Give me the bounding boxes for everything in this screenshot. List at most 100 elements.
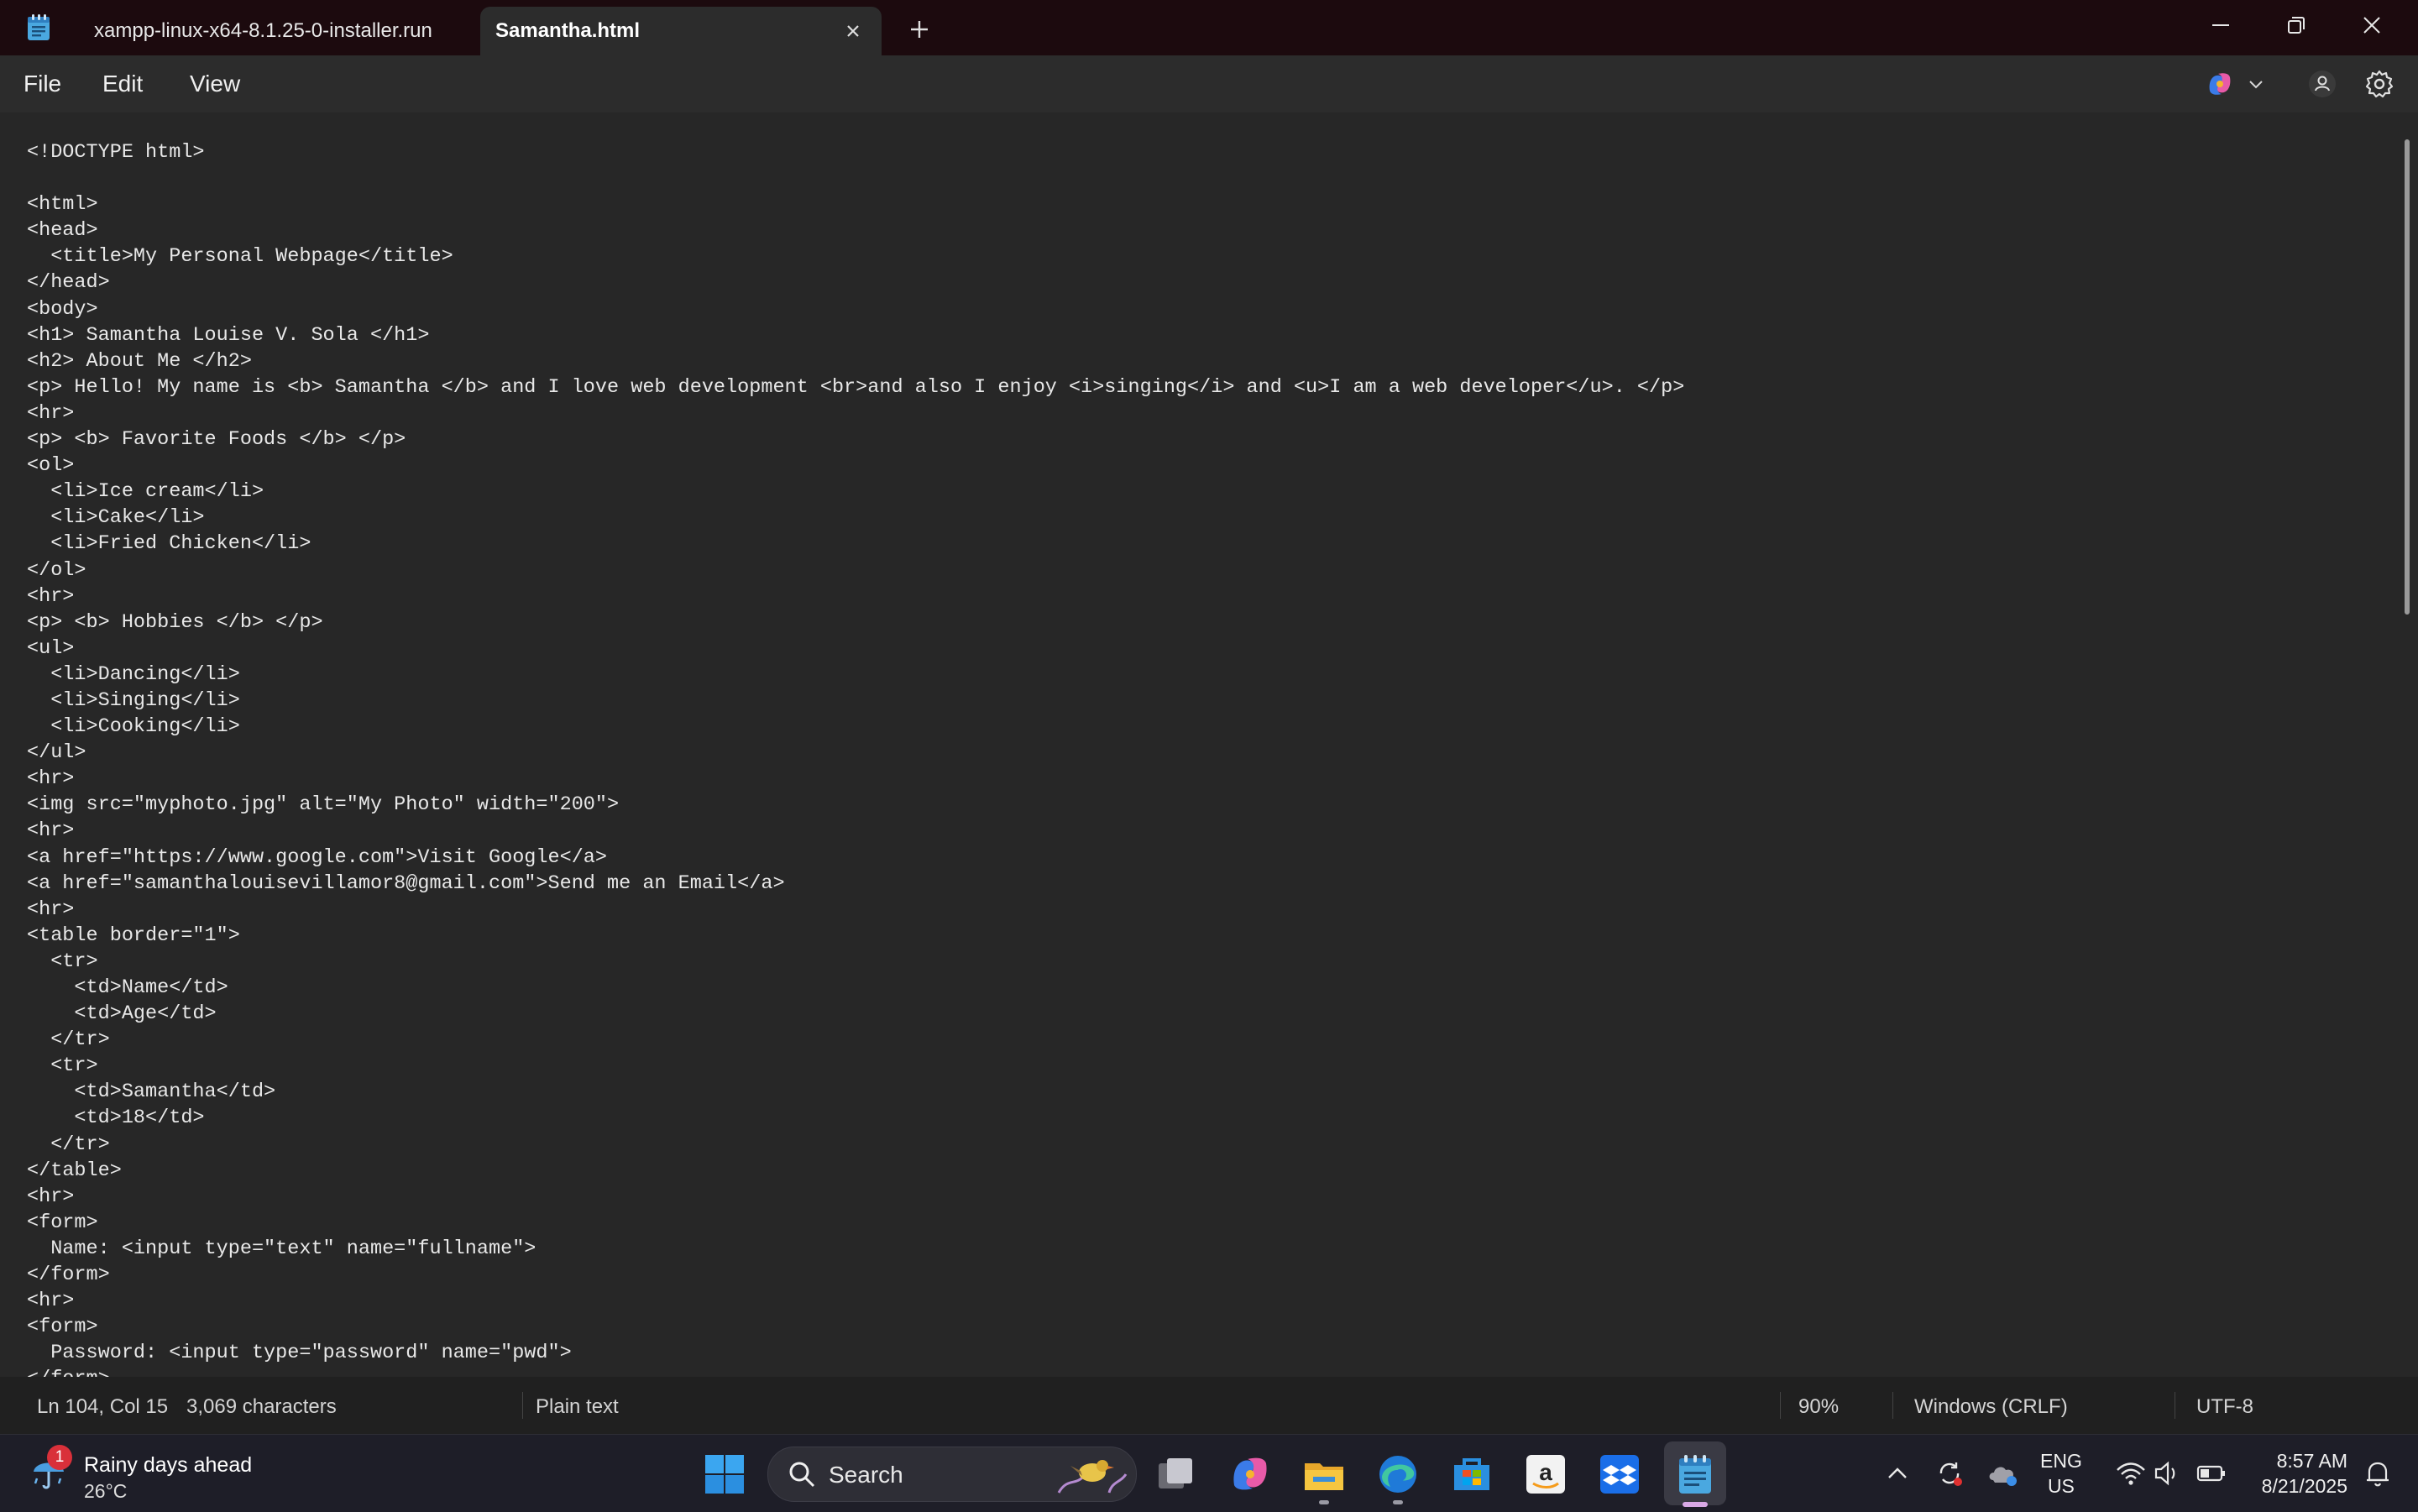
code-line: <html> — [27, 193, 98, 217]
weather-headline: Rainy days ahead — [84, 1453, 253, 1477]
code-line: </form> — [27, 1263, 110, 1287]
code-line: <p> <b> Favorite Foods </b> </p> — [27, 428, 406, 452]
tab-xampp-installer[interactable]: xampp-linux-x64-8.1.25-0-installer.run — [69, 7, 480, 55]
code-line: <img src="myphoto.jpg" alt="My Photo" wi… — [27, 793, 620, 817]
language-code: ENG — [2040, 1450, 2082, 1472]
code-line: <a href="samanthalouisevillamor8@gmail.c… — [27, 871, 785, 895]
file-type[interactable]: Plain text — [536, 1395, 619, 1419]
code-line: <li>Ice cream</li> — [27, 480, 264, 504]
code-line: </table> — [27, 1159, 122, 1182]
code-line: <li>Cooking</li> — [27, 715, 240, 739]
code-line: <hr> — [27, 897, 75, 921]
text-editor-area[interactable]: <!DOCTYPE html> <html> <head> <title>My Pe… — [0, 112, 2418, 1377]
code-line: <head> — [27, 219, 98, 243]
code-line: <li>Singing</li> — [27, 688, 240, 712]
input-language[interactable]: ENG US — [2040, 1448, 2082, 1499]
clock[interactable]: 8:57 AM 8/21/2025 — [2250, 1448, 2347, 1499]
weather-temperature: 26°C — [84, 1480, 128, 1502]
status-divider — [1892, 1392, 1893, 1419]
code-line: <!DOCTYPE html> — [27, 141, 205, 164]
minimize-button[interactable] — [2183, 0, 2258, 50]
search-icon — [789, 1462, 815, 1488]
settings-gear-icon[interactable] — [2363, 67, 2396, 101]
code-line: <ul> — [27, 636, 75, 660]
code-line: </ul> — [27, 741, 86, 765]
notification-bell-icon[interactable] — [2361, 1457, 2394, 1490]
copilot-taskbar-icon[interactable] — [1227, 1452, 1273, 1497]
status-divider — [522, 1392, 523, 1419]
code-line: </tr> — [27, 1028, 110, 1052]
dropbox-icon[interactable] — [1597, 1452, 1642, 1497]
menu-view[interactable]: View — [190, 71, 240, 97]
region-code: US — [2047, 1475, 2075, 1497]
code-line: </head> — [27, 271, 110, 295]
tab-label: xampp-linux-x64-8.1.25-0-installer.run — [94, 19, 432, 42]
close-window-button[interactable] — [2334, 0, 2410, 50]
notification-badge: 1 — [47, 1445, 72, 1470]
code-line: <p> Hello! My name is <b> Samantha </b> … — [27, 375, 1685, 399]
code-line: <form> — [27, 1316, 98, 1339]
code-line: <li>Fried Chicken</li> — [27, 532, 311, 556]
battery-icon[interactable] — [2195, 1457, 2228, 1490]
code-line: <hr> — [27, 1290, 75, 1313]
character-count: 3,069 characters — [186, 1395, 337, 1418]
account-icon[interactable] — [2305, 67, 2339, 101]
code-line: <td>18</td> — [27, 1107, 205, 1130]
code-line: <td>Name</td> — [27, 976, 228, 999]
code-line: <tr> — [27, 1054, 98, 1078]
encoding[interactable]: UTF-8 — [2196, 1395, 2253, 1419]
windows-start-icon[interactable] — [702, 1452, 747, 1497]
clock-date: 8/21/2025 — [2261, 1475, 2347, 1497]
file-explorer-icon[interactable] — [1301, 1452, 1347, 1497]
task-view-icon[interactable] — [1154, 1452, 1199, 1497]
notepad-taskbar-icon[interactable] — [1672, 1452, 1718, 1497]
chevron-down-icon — [2249, 81, 2263, 89]
chevron-up-icon[interactable] — [1881, 1457, 1914, 1490]
code-line: <table border="1"> — [27, 923, 240, 947]
microsoft-store-icon[interactable] — [1449, 1452, 1494, 1497]
edge-browser-icon[interactable] — [1375, 1452, 1421, 1497]
wifi-icon[interactable] — [2114, 1457, 2148, 1490]
vertical-scrollbar[interactable] — [2405, 139, 2410, 615]
code-line: Name: <input type="text" name="fullname"… — [27, 1237, 536, 1260]
code-line: <hr> — [27, 1185, 75, 1208]
amazon-app-icon[interactable]: a — [1523, 1452, 1568, 1497]
line-endings[interactable]: Windows (CRLF) — [1914, 1395, 2068, 1419]
taskbar: 1 Rainy days ahead 26°C Search a ENG US … — [0, 1434, 2418, 1512]
menu-edit[interactable]: Edit — [102, 71, 143, 97]
menu-bar: File Edit View — [0, 55, 2418, 112]
code-line: <hr> — [27, 584, 75, 608]
tab-samantha-html[interactable]: Samantha.html — [480, 7, 882, 55]
code-line: <a href="https://www.google.com">Visit G… — [27, 845, 608, 869]
code-line: <ol> — [27, 454, 75, 478]
copilot-button[interactable] — [2205, 67, 2272, 101]
code-line: <td>Samantha</td> — [27, 1080, 276, 1104]
title-bar: xampp-linux-x64-8.1.25-0-installer.run S… — [0, 0, 2418, 55]
onedrive-cloud-icon[interactable] — [1986, 1457, 2020, 1490]
code-line: <h2> About Me </h2> — [27, 349, 252, 373]
svg-text:a: a — [1539, 1459, 1552, 1485]
code-line: Password: <input type="password" name="p… — [27, 1342, 572, 1365]
close-tab-icon[interactable] — [841, 19, 865, 43]
restore-icon — [2288, 17, 2305, 34]
code-line: <tr> — [27, 950, 98, 973]
new-tab-plus-icon[interactable] — [905, 15, 934, 44]
code-line: </ol> — [27, 558, 86, 582]
menu-file[interactable]: File — [24, 71, 61, 97]
code-line: <title>My Personal Webpage</title> — [27, 245, 453, 269]
zoom-level[interactable]: 90% — [1798, 1395, 1839, 1419]
code-line: </form> — [27, 1366, 1684, 1377]
status-bar: Ln 104, Col 15 3,069 characters Plain te… — [0, 1377, 2418, 1434]
code-line: <hr> — [27, 819, 75, 843]
taskbar-search-box[interactable]: Search — [767, 1447, 1137, 1502]
sync-icon[interactable] — [1933, 1457, 1966, 1490]
code-line: <body> — [27, 297, 98, 321]
bird-illustration-icon — [1057, 1460, 1128, 1494]
search-label: Search — [829, 1462, 903, 1488]
restore-button[interactable] — [2258, 0, 2334, 50]
volume-icon[interactable] — [2151, 1457, 2185, 1490]
running-indicator — [1319, 1500, 1329, 1504]
code-line: <hr> — [27, 401, 75, 425]
code-line: <td>Age</td> — [27, 1002, 217, 1026]
notepad-app-icon — [28, 14, 50, 40]
